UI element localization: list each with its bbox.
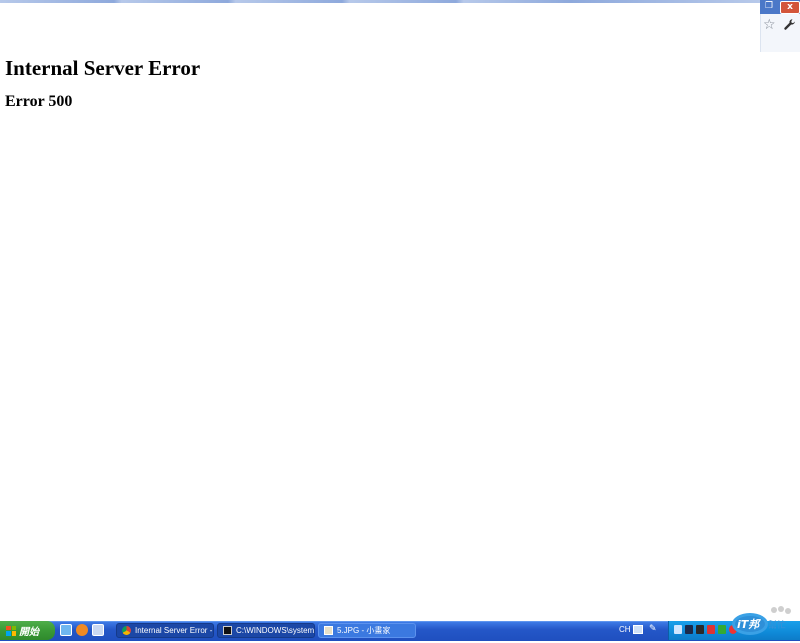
bookmark-star-icon[interactable]: ☆ <box>763 18 777 32</box>
restore-button[interactable]: ❐ <box>762 1 776 11</box>
monitor-icon[interactable] <box>685 625 693 634</box>
start-label: 開始 <box>19 627 39 638</box>
security-icon[interactable] <box>707 625 715 634</box>
tray-icons <box>674 625 737 634</box>
volume-icon[interactable] <box>696 625 704 634</box>
close-button[interactable]: x <box>780 1 800 14</box>
task-label: Internal Server Error - ... <box>135 626 214 635</box>
browser-chrome <box>0 0 800 52</box>
cmd-icon <box>223 626 232 635</box>
svg-text:幫忙: 幫忙 <box>768 619 786 631</box>
site-watermark-logo: iT邦 幫忙 <box>730 604 798 638</box>
internet-explorer-icon[interactable] <box>60 624 72 636</box>
task-label: C:\WINDOWS\system... <box>236 626 315 635</box>
firefox-icon[interactable] <box>76 624 88 636</box>
pen-icon[interactable]: ✎ <box>649 624 657 635</box>
network-icon[interactable] <box>674 625 682 634</box>
paint-icon <box>324 626 333 635</box>
language-indicator[interactable]: CH <box>619 625 631 634</box>
task-label: 5.JPG - 小畫家 <box>337 626 391 635</box>
page-title: Internal Server Error <box>5 56 201 80</box>
task-button-cmd[interactable]: C:\WINDOWS\system... <box>217 623 315 638</box>
show-desktop-icon[interactable] <box>92 624 104 636</box>
keyboard-icon[interactable] <box>633 625 643 634</box>
wrench-icon[interactable] <box>783 18 797 32</box>
quick-launch <box>60 624 104 638</box>
task-button-paint[interactable]: 5.JPG - 小畫家 <box>318 623 416 638</box>
chrome-icon <box>122 626 131 635</box>
windows-logo-icon <box>6 625 16 636</box>
task-button-browser[interactable]: Internal Server Error - ... <box>116 623 214 638</box>
tab-strip[interactable] <box>0 0 760 3</box>
update-icon[interactable] <box>718 625 726 634</box>
error-code-heading: Error 500 <box>5 93 73 110</box>
start-button[interactable]: 開始 <box>0 621 55 640</box>
svg-text:iT邦: iT邦 <box>737 618 761 631</box>
